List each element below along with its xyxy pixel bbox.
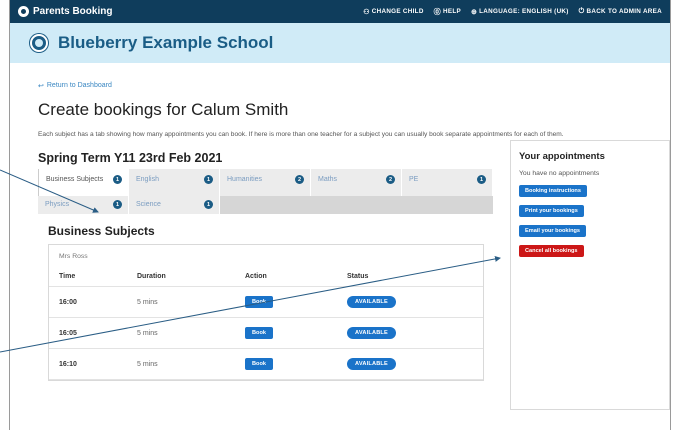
subject-tabs: Business Subjects 1 English 1 Humanities… (38, 169, 493, 214)
status-cell: AVAILABLE (347, 296, 483, 308)
help-link[interactable]: ⓪ HELP (434, 7, 461, 17)
tab-label: Science (136, 201, 161, 208)
help-label: HELP (442, 8, 461, 15)
return-link-label: Return to Dashboard (46, 82, 112, 89)
table-row: 16:00 5 mins Book AVAILABLE (49, 287, 483, 318)
appointments-actions: Booking instructions Print your bookings… (519, 177, 669, 257)
tab-physics[interactable]: Physics 1 (38, 196, 129, 214)
language-label: LANGUAGE: ENGLISH (UK) (479, 8, 569, 15)
slot-duration: 5 mins (137, 360, 158, 368)
tab-label: English (136, 176, 159, 183)
admin-area-link[interactable]: ⏻ BACK TO ADMIN AREA (579, 7, 662, 17)
tab-row-2: Physics 1 Science 1 (38, 196, 493, 214)
term-title: Spring Term Y11 23rd Feb 2021 (38, 151, 223, 165)
tab-science[interactable]: Science 1 (129, 196, 220, 214)
table-row: 16:10 5 mins Book AVAILABLE (49, 349, 483, 380)
tab-label: Business Subjects (46, 176, 104, 183)
slot-duration: 5 mins (137, 329, 158, 337)
schedule-header: Time Duration Action Status (49, 267, 483, 287)
status-badge: AVAILABLE (347, 327, 396, 339)
appointment-count-badge: 1 (477, 175, 486, 184)
change-child-label: CHANGE CHILD (371, 8, 424, 15)
intro-text: Each subject has a tab showing how many … (38, 131, 564, 138)
return-arrow-icon: ↩ (38, 83, 44, 90)
page-content: ↩ Return to Dashboard Create bookings fo… (10, 82, 670, 410)
book-button[interactable]: Book (245, 296, 273, 308)
page-title: Create bookings for Calum Smith (38, 100, 289, 119)
book-button[interactable]: Book (245, 358, 273, 370)
brand[interactable]: Parents Booking (18, 6, 112, 17)
tab-row-filler (220, 196, 493, 214)
people-icon: ⚇ (363, 8, 370, 16)
section-title: Business Subjects (48, 224, 155, 238)
help-icon: ⓪ (433, 8, 441, 16)
slot-time: 16:05 (59, 329, 77, 337)
teacher-schedule: Mrs Ross Time Duration Action Status 16:… (48, 244, 484, 381)
slot-time: 16:10 (59, 360, 77, 368)
power-icon: ⏻ (578, 7, 585, 15)
top-bar: Parents Booking ⚇ CHANGE CHILD ⓪ HELP ⊕ … (10, 0, 670, 23)
tab-humanities[interactable]: Humanities 2 (220, 169, 311, 196)
teacher-name: Mrs Ross (59, 253, 88, 260)
print-bookings-button[interactable]: Print your bookings (519, 205, 584, 217)
screenshot-frame: Parents Booking ⚇ CHANGE CHILD ⓪ HELP ⊕ … (9, 0, 671, 430)
globe-icon: ⊕ (470, 8, 478, 16)
column-header-action: Action (245, 273, 267, 280)
appointment-count-badge: 1 (113, 175, 122, 184)
school-logo-icon (30, 34, 48, 52)
school-banner: Blueberry Example School (10, 23, 670, 63)
tab-pe[interactable]: PE 1 (402, 169, 493, 196)
appointments-title: Your appointments (519, 151, 605, 162)
appointment-count-badge: 1 (204, 200, 213, 209)
appointment-count-badge: 2 (295, 175, 304, 184)
appointment-count-badge: 1 (204, 175, 213, 184)
tab-row-1: Business Subjects 1 English 1 Humanities… (38, 169, 493, 196)
tab-label: Maths (318, 176, 338, 183)
slot-time: 16:00 (59, 298, 77, 306)
return-to-dashboard-link[interactable]: ↩ Return to Dashboard (38, 82, 642, 90)
column-header-duration: Duration (137, 273, 166, 280)
tab-business-subjects[interactable]: Business Subjects 1 (38, 169, 129, 196)
brand-label: Parents Booking (33, 6, 113, 17)
language-link[interactable]: ⊕ LANGUAGE: ENGLISH (UK) (471, 7, 569, 17)
status-badge: AVAILABLE (347, 358, 396, 370)
school-name: Blueberry Example School (58, 33, 274, 52)
column-header-status: Status (347, 273, 369, 280)
book-button[interactable]: Book (245, 327, 273, 339)
tab-label: Physics (45, 201, 70, 208)
change-child-link[interactable]: ⚇ CHANGE CHILD (363, 7, 423, 17)
action-cell: Book (245, 327, 347, 339)
status-cell: AVAILABLE (347, 358, 483, 370)
appointment-count-badge: 1 (113, 200, 122, 209)
status-cell: AVAILABLE (347, 327, 483, 339)
cancel-all-bookings-button[interactable]: Cancel all bookings (519, 245, 584, 257)
admin-area-label: BACK TO ADMIN AREA (586, 8, 662, 15)
email-bookings-button[interactable]: Email your bookings (519, 225, 587, 237)
action-cell: Book (245, 358, 347, 370)
appointment-count-badge: 2 (386, 175, 395, 184)
action-cell: Book (245, 296, 347, 308)
parents-booking-logo-icon (18, 6, 29, 17)
status-badge: AVAILABLE (347, 296, 396, 308)
top-links: ⚇ CHANGE CHILD ⓪ HELP ⊕ LANGUAGE: ENGLIS… (363, 7, 662, 17)
tab-label: PE (409, 176, 419, 183)
booking-instructions-button[interactable]: Booking instructions (519, 185, 587, 197)
tab-maths[interactable]: Maths 2 (311, 169, 402, 196)
appointments-panel: Your appointments You have no appointmen… (510, 140, 670, 410)
appointments-status-text: You have no appointments (519, 170, 600, 177)
column-header-time: Time (59, 273, 76, 280)
table-row: 16:05 5 mins Book AVAILABLE (49, 318, 483, 349)
slot-duration: 5 mins (137, 298, 158, 306)
tab-label: Humanities (227, 176, 263, 183)
tab-english[interactable]: English 1 (129, 169, 220, 196)
